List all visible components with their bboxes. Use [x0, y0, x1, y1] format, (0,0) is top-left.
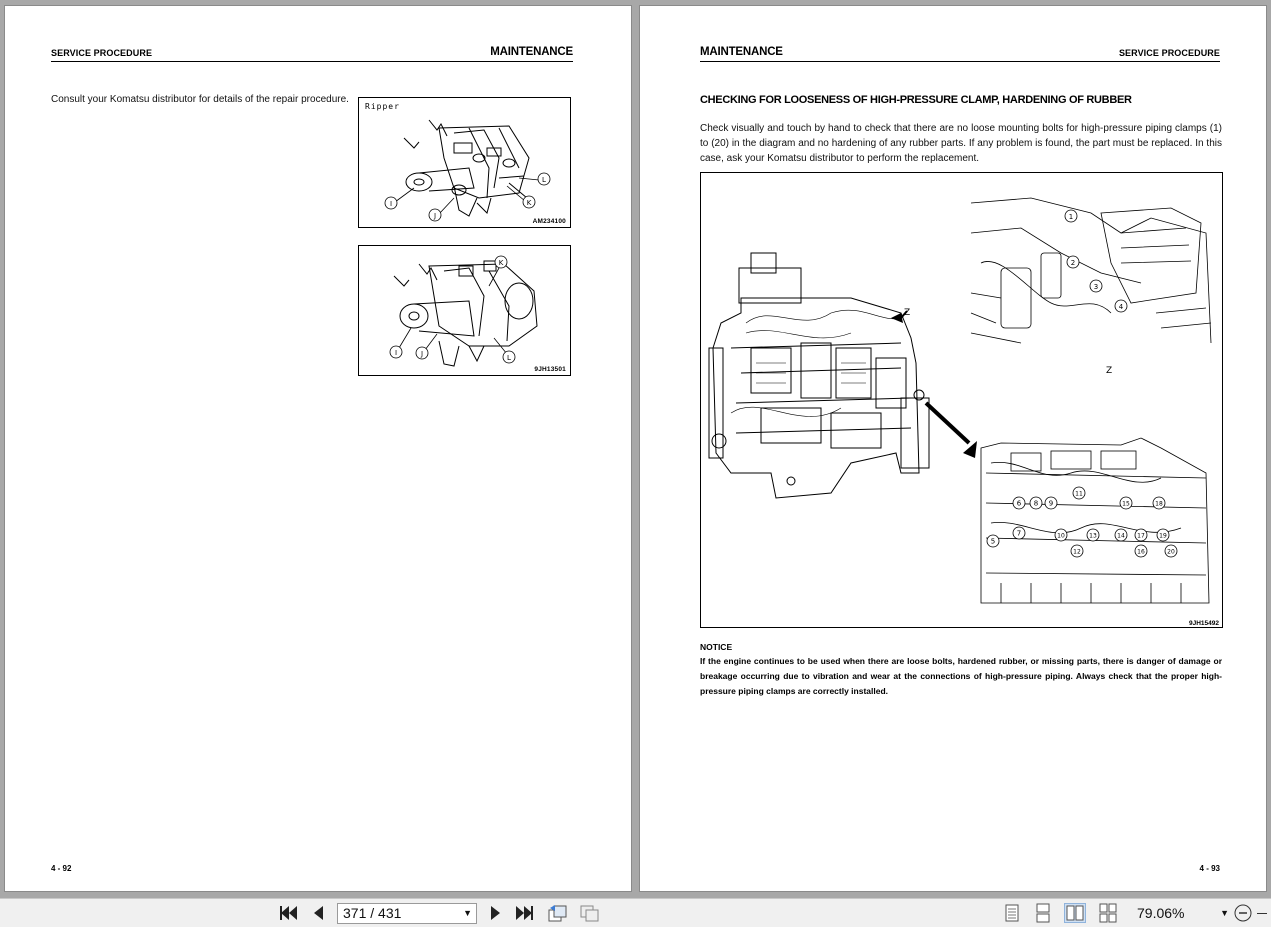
notice-title: NOTICE [700, 642, 733, 652]
engine-clamp-figure: Z 1 2 3 4 Z 5 6 7 8 9 10 11 12 13 14 15 … [700, 172, 1223, 628]
callout-4: 4 [1119, 303, 1124, 311]
callout-15: 15 [1122, 501, 1130, 508]
bottom-callouts: 5 6 7 8 9 10 11 12 13 14 15 16 17 18 19 20 [986, 486, 1178, 558]
single-page-button[interactable] [1001, 903, 1023, 923]
page-indicator: 371 / 431 [343, 905, 402, 921]
callout-6: 6 [1017, 500, 1022, 508]
body-text: Consult your Komatsu distributor for det… [51, 94, 349, 105]
ripper-figure-1: Ripper I J K L AM234100 [358, 97, 571, 228]
callout-3: 3 [1094, 283, 1098, 291]
callout-k: K [499, 259, 504, 267]
figure-code: 9JH15492 [1189, 620, 1219, 627]
callout-14: 14 [1117, 533, 1125, 540]
snapshot-icon [580, 905, 599, 922]
left-page: SERVICE PROCEDURE MAINTENANCE Consult yo… [4, 5, 632, 892]
notice-text: If the engine continues to be used when … [700, 656, 1222, 696]
continuous-page-button[interactable] [1032, 903, 1054, 923]
callout-16: 16 [1137, 549, 1145, 556]
snapshot-button[interactable] [578, 903, 600, 923]
callout-11: 11 [1075, 491, 1083, 498]
rotate-button[interactable] [546, 903, 568, 923]
body-text: Check visually and touch by hand to chec… [700, 123, 1222, 164]
callout-l: L [507, 354, 511, 362]
single-page-icon [1005, 904, 1019, 922]
page-header: SERVICE PROCEDURE MAINTENANCE [51, 42, 573, 62]
figure-code: 9JH13501 [534, 366, 566, 373]
arrow-label: Z [904, 308, 910, 318]
callout-13: 13 [1089, 533, 1097, 540]
view-label: Z [1106, 366, 1112, 376]
last-page-button[interactable] [513, 903, 535, 923]
callout-i: I [395, 349, 397, 357]
zoom-out-icon [1234, 904, 1252, 922]
callout-8: 8 [1034, 500, 1038, 508]
ripper-drawing: I J K L [384, 119, 551, 222]
callout-10: 10 [1057, 533, 1065, 540]
callout-9: 9 [1049, 500, 1053, 508]
callout-j: J [420, 350, 423, 358]
callout-20: 20 [1167, 549, 1175, 556]
callout-18: 18 [1155, 501, 1163, 508]
page-header: MAINTENANCE SERVICE PROCEDURE [700, 42, 1220, 62]
callout-2: 2 [1071, 259, 1075, 267]
callout-k: K [527, 199, 532, 207]
first-page-icon [280, 906, 297, 920]
continuous-facing-icon [1099, 903, 1117, 923]
header-left: MAINTENANCE [700, 46, 783, 58]
continuous-facing-button[interactable] [1097, 903, 1119, 923]
facing-page-button[interactable] [1064, 903, 1086, 923]
first-page-button[interactable] [278, 903, 300, 923]
viewer-toolbar: 371 / 431 ▼ 79.06% ▼ [0, 898, 1271, 927]
engine-drawing: Z 1 2 3 4 Z 5678 910111213 1415161718192… [708, 197, 1219, 627]
header-left: SERVICE PROCEDURE [51, 48, 153, 58]
zoom-out-button[interactable] [1233, 903, 1255, 923]
previous-page-icon [314, 906, 323, 920]
callout-i: I [390, 200, 392, 208]
zoom-value: 79.06% [1137, 905, 1185, 921]
zoom-level-field[interactable]: 79.06% ▼ [1137, 903, 1233, 924]
header-right: MAINTENANCE [490, 46, 573, 58]
callout-5: 5 [991, 538, 995, 546]
page-number: 4 - 92 [51, 864, 72, 873]
zoom-slider[interactable] [1257, 913, 1267, 914]
header-right: SERVICE PROCEDURE [1118, 48, 1220, 58]
previous-page-button[interactable] [308, 903, 330, 923]
page-number: 4 - 93 [1199, 864, 1220, 873]
right-page: MAINTENANCE SERVICE PROCEDURE CHECKING F… [639, 5, 1267, 892]
facing-page-icon [1066, 905, 1084, 921]
ripper-drawing-2: I J K L [389, 255, 538, 367]
callout-l: L [542, 176, 546, 184]
callout-19: 19 [1159, 533, 1167, 540]
callout-12: 12 [1073, 549, 1081, 556]
callout-17: 17 [1137, 533, 1145, 540]
chevron-down-icon[interactable]: ▼ [463, 904, 472, 923]
callout-1: 1 [1069, 213, 1073, 221]
last-page-icon [516, 906, 533, 920]
rotate-icon [548, 905, 567, 922]
next-page-icon [491, 906, 500, 920]
next-page-button[interactable] [484, 903, 506, 923]
section-title: CHECKING FOR LOOSENESS OF HIGH-PRESSURE … [700, 94, 1132, 106]
callout-7: 7 [1017, 530, 1021, 538]
figure-code: AM234100 [532, 218, 566, 225]
callout-j: J [433, 212, 436, 220]
chevron-down-icon[interactable]: ▼ [1220, 903, 1229, 924]
page-number-field[interactable]: 371 / 431 ▼ [337, 903, 477, 924]
continuous-page-icon [1036, 903, 1050, 923]
ripper-figure-2: I J K L 9JH13501 [358, 245, 571, 376]
